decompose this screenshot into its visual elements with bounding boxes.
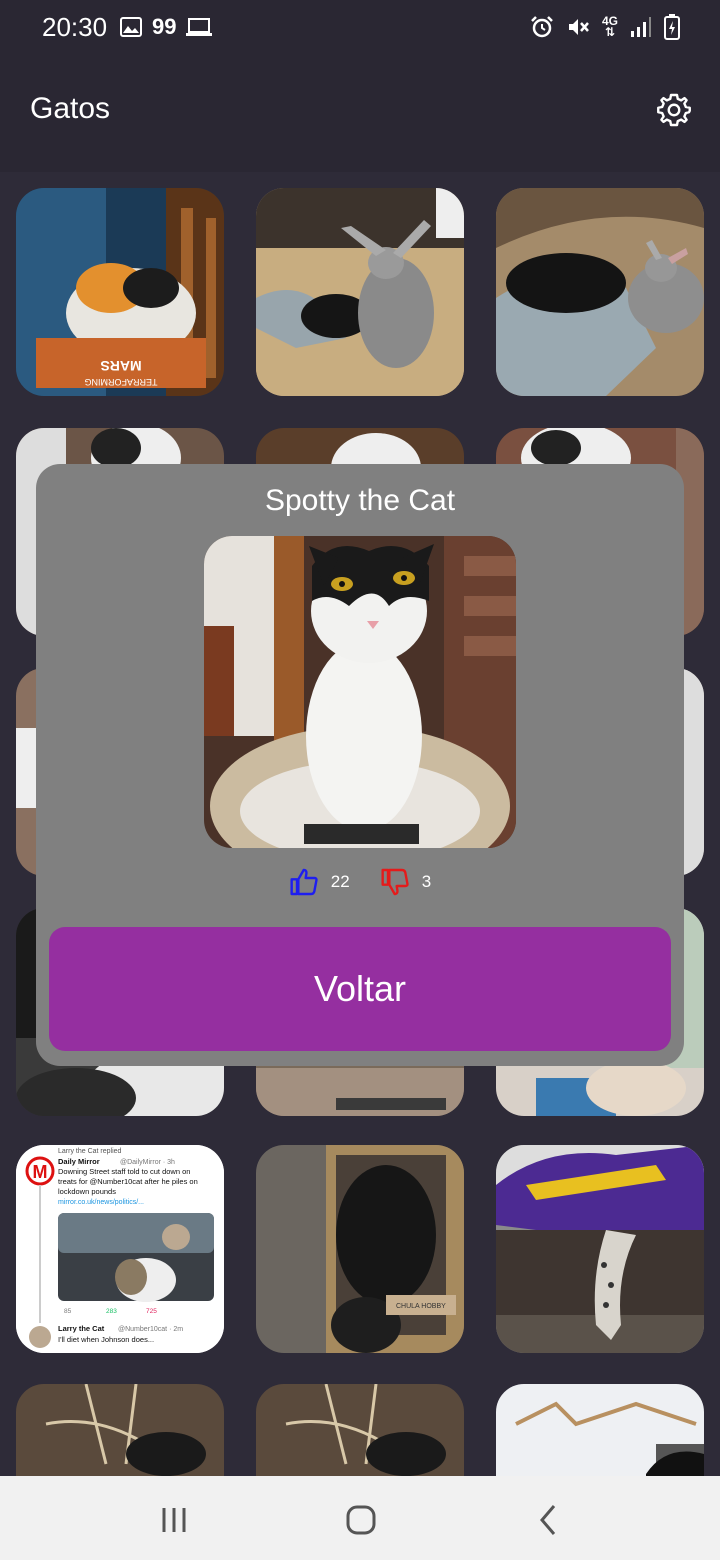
box-title: MARS	[100, 358, 141, 374]
recent-apps-icon[interactable]	[154, 1500, 194, 1540]
svg-text:lockdown pounds: lockdown pounds	[58, 1187, 116, 1196]
home-icon[interactable]	[341, 1500, 381, 1540]
signal-icon	[631, 17, 651, 37]
photo-tile[interactable]: CHULA HOBBY	[256, 1145, 464, 1353]
black-cat-and-rabbit-on-blanket-image	[496, 188, 704, 396]
photo-tile[interactable]: M Larry the Cat replied Daily Mirror @Da…	[16, 1145, 224, 1353]
app-bar: Gatos	[0, 54, 720, 172]
alarm-icon	[531, 16, 553, 38]
cat-photo	[204, 536, 516, 848]
white-and-black-cat-image	[204, 536, 516, 848]
thumbs-up-icon[interactable]	[289, 866, 321, 898]
photo-tile[interactable]	[16, 1384, 224, 1476]
dialog-title: Spotty the Cat	[264, 484, 456, 517]
mute-icon	[568, 19, 589, 35]
svg-text:Larry the Cat: Larry the Cat	[58, 1324, 105, 1333]
svg-text:Downing Street staff told to c: Downing Street staff told to cut down on	[58, 1167, 190, 1176]
notification-count: 99	[152, 14, 177, 39]
photo-tile[interactable]	[496, 1145, 704, 1353]
navigation-bar	[0, 1476, 720, 1560]
svg-text:@Number10cat · 2m: @Number10cat · 2m	[118, 1326, 183, 1333]
back-button[interactable]: Voltar	[49, 927, 671, 1051]
tweet-replied: Larry the Cat replied	[58, 1148, 122, 1155]
photo-tile[interactable]	[256, 188, 464, 396]
photo-tile[interactable]	[496, 1384, 704, 1476]
cat-detail-dialog: Spotty the Cat 22 3 Voltar	[36, 464, 684, 1066]
battery-icon	[664, 14, 680, 40]
svg-text:I'll diet when Johnson does...: I'll diet when Johnson does...	[58, 1335, 154, 1344]
calico-cat-in-box-image: MARS TERRAFORMING	[16, 188, 224, 396]
gallery-icon	[120, 17, 142, 37]
cat-under-purple-blanket-image	[496, 1145, 704, 1353]
svg-text:mirror.co.uk/news/politics/...: mirror.co.uk/news/politics/...	[58, 1199, 144, 1206]
svg-text:treats for @Number10cat after: treats for @Number10cat after he piles o…	[58, 1177, 198, 1186]
like-count: 22	[330, 872, 350, 891]
svg-text:M: M	[33, 1162, 48, 1182]
back-icon[interactable]	[528, 1500, 568, 1540]
tweet-handle: @DailyMirror · 3h	[120, 1159, 175, 1166]
status-time: 20:30	[42, 12, 108, 42]
svg-text:725: 725	[146, 1308, 157, 1315]
thumbs-down-icon[interactable]	[380, 866, 412, 898]
status-bar: 20:30 99 4G ⇅	[0, 0, 720, 54]
dislike-count: 3	[421, 872, 432, 891]
black-cat-and-rabbit-image	[256, 188, 464, 396]
network-type: 4G ⇅	[601, 14, 618, 39]
box-label: CHULA HOBBY	[396, 1303, 446, 1310]
snowy-yard-image	[496, 1384, 704, 1476]
photo-tile[interactable]: MARS TERRAFORMING	[16, 188, 224, 396]
app-title: Gatos	[30, 92, 111, 125]
photo-tile[interactable]	[256, 1384, 464, 1476]
tweet-author: Daily Mirror	[58, 1157, 100, 1166]
svg-text:85: 85	[64, 1308, 72, 1315]
tweet-screenshot-image: M Larry the Cat replied Daily Mirror @Da…	[16, 1145, 224, 1353]
black-cat-in-box-image: CHULA HOBBY	[256, 1145, 464, 1353]
svg-text:283: 283	[106, 1308, 117, 1315]
box-brand: TERRAFORMING	[85, 377, 158, 387]
laptop-icon	[186, 18, 213, 36]
photo-tile[interactable]	[496, 188, 704, 396]
vote-bar: 22 3	[36, 866, 684, 898]
gear-icon[interactable]	[656, 92, 692, 128]
